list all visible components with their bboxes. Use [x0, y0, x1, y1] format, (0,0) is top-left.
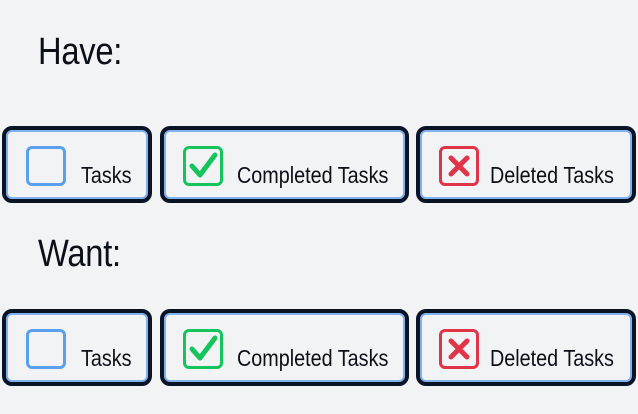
completed-tasks-button-label: Completed Tasks: [237, 345, 389, 371]
checkmark-box-icon: [183, 146, 223, 186]
tasks-button[interactable]: Tasks: [2, 309, 152, 386]
deleted-tasks-button-label: Deleted Tasks: [490, 162, 614, 188]
x-box-icon: [439, 146, 479, 186]
have-button-row: Tasks Completed Tasks Deleted Tasks: [2, 126, 636, 203]
want-heading: Want:: [38, 233, 121, 275]
completed-tasks-button[interactable]: Completed Tasks: [160, 309, 409, 386]
deleted-tasks-button[interactable]: Deleted Tasks: [416, 126, 636, 203]
deleted-tasks-button[interactable]: Deleted Tasks: [416, 309, 636, 386]
x-box-icon: [439, 329, 479, 369]
empty-checkbox-icon: [26, 146, 66, 186]
completed-tasks-button-label: Completed Tasks: [237, 162, 389, 188]
tasks-button[interactable]: Tasks: [2, 126, 152, 203]
have-heading: Have:: [38, 31, 123, 73]
empty-checkbox-icon: [26, 329, 66, 369]
completed-tasks-button[interactable]: Completed Tasks: [160, 126, 409, 203]
tasks-button-label: Tasks: [81, 162, 132, 188]
checkmark-box-icon: [183, 329, 223, 369]
deleted-tasks-button-label: Deleted Tasks: [490, 345, 614, 371]
want-button-row: Tasks Completed Tasks Deleted Tasks: [2, 309, 636, 386]
tasks-button-label: Tasks: [81, 345, 132, 371]
